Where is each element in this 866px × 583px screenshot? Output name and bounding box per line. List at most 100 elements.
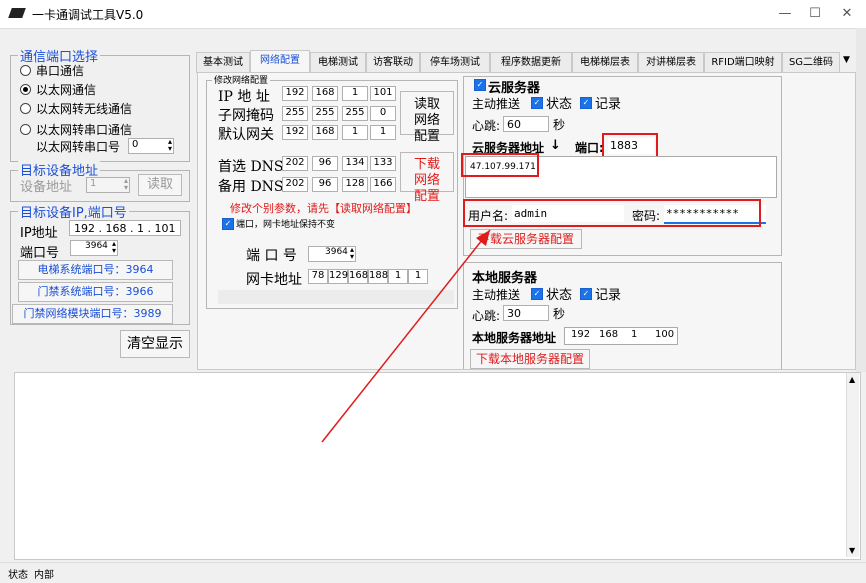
tab-basic-test[interactable]: 基本测试 bbox=[196, 52, 250, 73]
net-gw-4[interactable]: 1 bbox=[370, 125, 396, 140]
radio-label: 以太网通信 bbox=[36, 83, 97, 97]
cloud-record-checkbox[interactable]: ✓ bbox=[580, 97, 592, 109]
device-addr-spinner[interactable]: 1 ▴ ▾ bbox=[86, 177, 130, 193]
cloud-heartbeat-input[interactable]: 60 bbox=[503, 116, 549, 132]
scroll-up-icon[interactable]: ▲ bbox=[849, 375, 855, 384]
local-record-checkbox[interactable]: ✓ bbox=[580, 288, 592, 300]
net-mask-3[interactable]: 255 bbox=[342, 106, 368, 121]
radio-icon bbox=[20, 103, 31, 114]
tab-network-config[interactable]: 网络配置 bbox=[250, 50, 310, 73]
local-status-checkbox[interactable]: ✓ bbox=[531, 288, 543, 300]
net-mask-1[interactable]: 255 bbox=[282, 106, 308, 121]
cloud-enable-checkbox[interactable]: ✓ bbox=[474, 79, 486, 91]
radio-icon bbox=[20, 124, 31, 135]
net-gw-1[interactable]: 192 bbox=[282, 125, 308, 140]
local-addr-input[interactable]: 192 168 1 100 bbox=[564, 327, 678, 345]
spinner-arrows-icon: ▴ ▾ bbox=[123, 176, 128, 192]
cloud-status-checkbox[interactable]: ✓ bbox=[531, 97, 543, 109]
radio-label: 串口通信 bbox=[36, 64, 85, 78]
net-mask-2[interactable]: 255 bbox=[312, 106, 338, 121]
net-dns2-1[interactable]: 202 bbox=[282, 177, 308, 192]
net-dns1-2[interactable]: 96 bbox=[312, 156, 338, 171]
status-value: 内部 bbox=[34, 570, 54, 581]
cloud-addr-arrow-icon: ↓ bbox=[550, 138, 561, 153]
download-net-config-button[interactable]: 下载网络配置 bbox=[400, 152, 454, 204]
annotation-arrow-line bbox=[321, 229, 491, 443]
device-addr-label: 设备地址 bbox=[20, 180, 73, 195]
radio-icon bbox=[20, 65, 31, 76]
net-ip-3[interactable]: 1 bbox=[342, 86, 368, 101]
annotation-arrow bbox=[321, 229, 491, 443]
title-bar: 一卡通调试工具V5.0 — ☐ ✕ bbox=[0, 0, 866, 29]
app-icon bbox=[8, 8, 26, 18]
net-ip-4[interactable]: 101 bbox=[370, 86, 396, 101]
tab-sg-qrcode[interactable]: SG二维码 bbox=[782, 52, 840, 73]
net-dns2-2[interactable]: 96 bbox=[312, 177, 338, 192]
close-button[interactable]: ✕ bbox=[832, 4, 862, 24]
target-port-value: 3964 bbox=[85, 241, 108, 251]
keep-port-mac-checkbox[interactable]: ✓ bbox=[222, 218, 234, 230]
net-dns2-4[interactable]: 166 bbox=[370, 177, 396, 192]
window-title: 一卡通调试工具V5.0 bbox=[32, 8, 144, 22]
serial-port-spinner[interactable]: 0 ▴ ▾ bbox=[128, 138, 174, 154]
access-module-port-button[interactable]: 门禁网络模块端口号：3989 bbox=[12, 304, 173, 324]
serial-port-value: 0 bbox=[132, 139, 139, 150]
radio-label: 以太网转串口通信 bbox=[36, 123, 133, 137]
minimize-button[interactable]: — bbox=[770, 4, 800, 24]
tab-intercom-floor[interactable]: 对讲梯层表 bbox=[638, 52, 704, 73]
target-port-spinner[interactable]: 3964 ▴ ▾ bbox=[70, 240, 118, 256]
net-ip-2[interactable]: 168 bbox=[312, 86, 338, 101]
read-button[interactable]: 读取 bbox=[138, 174, 182, 196]
tab-rfid-port[interactable]: RFID端口映射 bbox=[704, 52, 782, 73]
cloud-title: 云服务器 bbox=[488, 81, 541, 96]
cloud-sec-label: 秒 bbox=[553, 118, 566, 132]
net-mac-label: 网卡地址 bbox=[246, 272, 302, 288]
read-net-config-label: 读取网络配置 bbox=[413, 97, 440, 144]
clear-display-button[interactable]: 清空显示 bbox=[120, 330, 190, 358]
scroll-down-icon[interactable]: ▼ bbox=[849, 546, 855, 555]
net-dns2-3[interactable]: 128 bbox=[342, 177, 368, 192]
log-scrollbar[interactable]: ▲ ▼ bbox=[846, 373, 859, 557]
read-net-config-button[interactable]: 读取网络配置 bbox=[400, 91, 454, 144]
tab-program-update[interactable]: 程序数据更新 bbox=[490, 52, 572, 73]
tab-elevator-floor[interactable]: 电梯梯层表 bbox=[572, 52, 638, 73]
tab-overflow-icon[interactable]: ▼ bbox=[843, 55, 850, 65]
cloud-status-label: 状态 bbox=[546, 97, 573, 112]
tab-parking-test[interactable]: 停车场测试 bbox=[420, 52, 490, 73]
ip-port-title: 目标设备IP,端口号 bbox=[18, 202, 129, 221]
local-addr-1: 192 bbox=[571, 329, 591, 340]
access-port-button[interactable]: 门禁系统端口号：3966 bbox=[18, 282, 173, 302]
radio-selected-icon bbox=[20, 84, 31, 95]
tab-elevator-test[interactable]: 电梯测试 bbox=[310, 52, 366, 73]
net-gw-2[interactable]: 168 bbox=[312, 125, 338, 140]
cloud-addr-highlight bbox=[461, 153, 539, 177]
tab-visitor-link[interactable]: 访客联动 bbox=[366, 52, 420, 73]
cloud-push-label: 主动推送 bbox=[472, 97, 521, 111]
maximize-button[interactable]: ☐ bbox=[800, 4, 830, 24]
net-config-title: 修改网络配置 bbox=[212, 73, 271, 86]
port-label: 端口号 bbox=[20, 246, 60, 261]
net-dns2-label: 备用 DNS bbox=[218, 179, 284, 195]
net-dns1-1[interactable]: 202 bbox=[282, 156, 308, 171]
net-gw-label: 默认网关 bbox=[218, 127, 274, 143]
net-ip-1[interactable]: 192 bbox=[282, 86, 308, 101]
spinner-arrows-icon: ▴ ▾ bbox=[111, 239, 116, 255]
radio-label: 以太网转无线通信 bbox=[36, 102, 133, 116]
target-ip-input[interactable]: 192 . 168 . 1 . 101 bbox=[69, 220, 181, 236]
net-dns1-3[interactable]: 134 bbox=[342, 156, 368, 171]
cloud-record-label: 记录 bbox=[595, 97, 622, 112]
net-mask-4[interactable]: 0 bbox=[370, 106, 396, 121]
net-mask-label: 子网掩码 bbox=[218, 108, 274, 124]
device-addr-value: 1 bbox=[90, 178, 97, 189]
local-status-label: 状态 bbox=[546, 288, 573, 303]
ip-label: IP地址 bbox=[20, 226, 58, 241]
elevator-port-button[interactable]: 电梯系统端口号：3964 bbox=[18, 260, 173, 280]
net-dns1-4[interactable]: 133 bbox=[370, 156, 396, 171]
local-addr-3: 1 bbox=[631, 329, 638, 340]
serial-port-label: 以太网转串口号 bbox=[36, 140, 121, 154]
local-addr-2: 168 bbox=[599, 329, 619, 340]
right-edge-strip bbox=[856, 28, 866, 372]
net-dns1-label: 首选 DNS bbox=[218, 159, 284, 175]
net-gw-3[interactable]: 1 bbox=[342, 125, 368, 140]
status-bar: 状态 内部 bbox=[0, 562, 866, 583]
